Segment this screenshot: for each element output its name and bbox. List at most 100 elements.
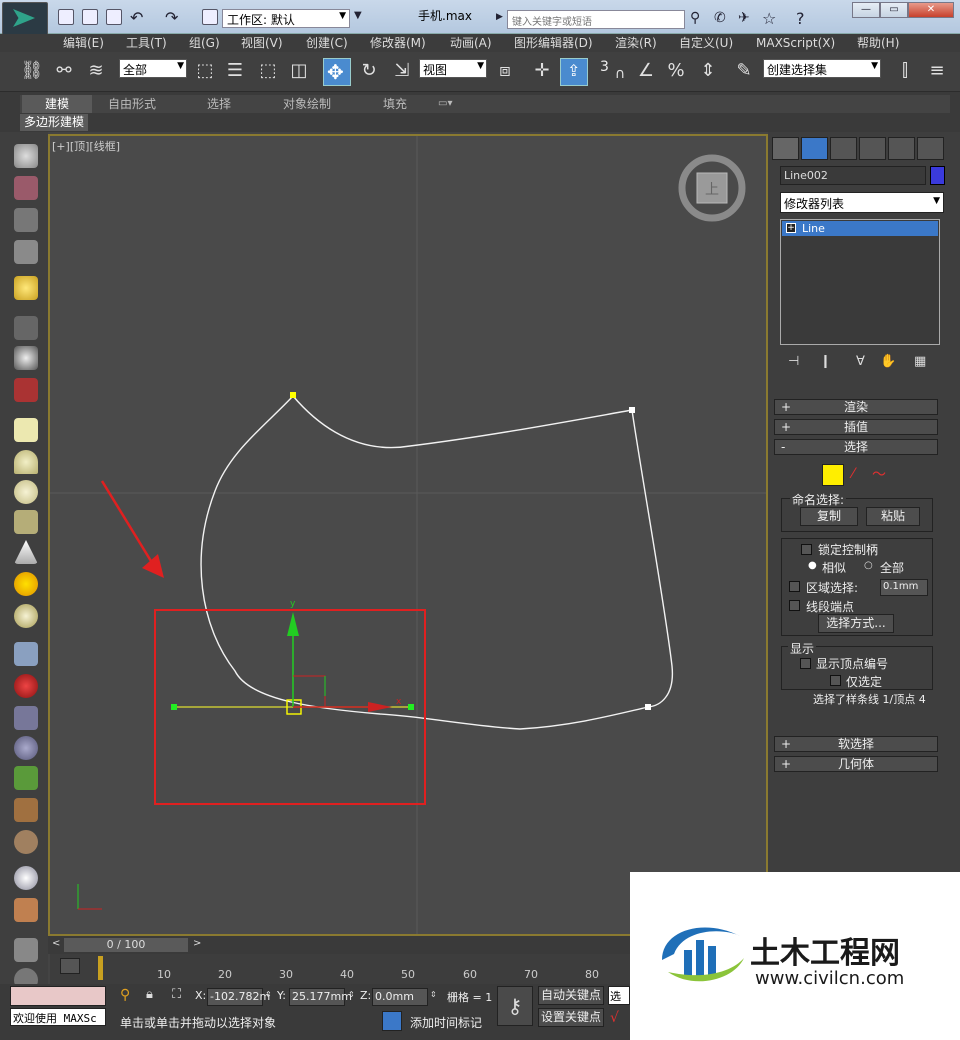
- edit-named-selection-icon[interactable]: ✎: [732, 59, 756, 83]
- named-selection-dropdown[interactable]: 创建选择集 ▼: [763, 59, 881, 78]
- x-spinner-icon[interactable]: ⇕: [265, 990, 272, 999]
- communication-center-icon[interactable]: ✆: [714, 10, 726, 26]
- video-camera-icon[interactable]: [14, 378, 38, 402]
- modifier-stack[interactable]: [780, 219, 940, 345]
- time-prev-icon[interactable]: <: [52, 938, 60, 949]
- close-button[interactable]: ✕: [908, 2, 954, 18]
- mirror-icon[interactable]: ⫿: [893, 59, 917, 83]
- undo-icon[interactable]: ↶: [130, 8, 143, 27]
- menu-modifiers[interactable]: 修改器(M): [370, 34, 426, 52]
- sphere-half-icon[interactable]: [14, 346, 38, 370]
- y-coord-field[interactable]: 25.177mm: [289, 988, 352, 1006]
- scale-icon[interactable]: ⇲: [390, 59, 414, 83]
- spline-vertex-first[interactable]: [290, 392, 296, 398]
- utilities-tab-icon[interactable]: [917, 137, 944, 160]
- area-select-spinner[interactable]: 0.1mm: [880, 579, 928, 596]
- menu-maxscript[interactable]: MAXScript(X): [756, 34, 835, 52]
- app-menu-button[interactable]: [2, 2, 48, 36]
- teapot-mesh-icon[interactable]: [14, 510, 38, 534]
- project-folder-icon[interactable]: [202, 9, 218, 25]
- minimize-button[interactable]: —: [852, 2, 880, 18]
- y-spinner-icon[interactable]: ⇕: [348, 990, 355, 999]
- rectangular-region-icon[interactable]: ⬚: [256, 59, 280, 83]
- percent-snap-icon[interactable]: %: [664, 59, 688, 83]
- select-and-move-button[interactable]: ✥: [323, 58, 351, 86]
- favorites-star-icon[interactable]: ☆: [762, 9, 776, 28]
- workspace-dropdown[interactable]: 工作区: 默认 ▼: [222, 9, 350, 28]
- time-slider[interactable]: 0 / 100: [64, 938, 188, 952]
- keyboard-shortcut-override-button[interactable]: ⇪: [560, 58, 588, 86]
- manipulate-icon[interactable]: ✛: [530, 59, 554, 83]
- spline-vertex-2[interactable]: [629, 407, 635, 413]
- stack-expand-icon[interactable]: +: [786, 223, 796, 233]
- envelope-icon[interactable]: [14, 706, 38, 730]
- spline-mode-icon[interactable]: 〜: [872, 464, 886, 484]
- selection-filter-dropdown[interactable]: 全部 ▼: [119, 59, 187, 78]
- curve-editor-toggle-icon[interactable]: [60, 958, 80, 974]
- stack-item-line[interactable]: Line: [782, 221, 938, 236]
- signin-icon[interactable]: ✈: [738, 10, 750, 26]
- z-coord-field[interactable]: 0.0mm: [372, 988, 428, 1006]
- bind-spacewarp-icon[interactable]: ≋: [84, 59, 108, 83]
- particles-icon[interactable]: [14, 642, 38, 666]
- time-next-icon[interactable]: >: [193, 938, 201, 949]
- select-object-icon[interactable]: ⬚: [193, 59, 217, 83]
- polygon-modeling-panel[interactable]: 多边形建模: [20, 114, 88, 131]
- viewport-canvas[interactable]: y x 上: [50, 136, 766, 934]
- modifier-list-dropdown[interactable]: 修改器列表 ▼: [780, 192, 944, 213]
- tab-object-paint[interactable]: 对象绘制: [283, 95, 331, 113]
- gizmo-xy-plane[interactable]: [293, 675, 326, 707]
- select-by-button[interactable]: 选择方式...: [818, 614, 894, 633]
- link-icon[interactable]: ⛓: [20, 59, 44, 83]
- new-file-icon[interactable]: [58, 9, 74, 25]
- time-tag-icon[interactable]: [382, 1011, 402, 1031]
- pin-stack-icon[interactable]: ⊣: [788, 354, 799, 369]
- viewport-sphere-icon[interactable]: [14, 866, 38, 890]
- search-input[interactable]: 键入关键字或短语: [507, 10, 685, 29]
- pivot-center-icon[interactable]: ⧈: [493, 59, 517, 83]
- maxscript-listener-pink[interactable]: [10, 986, 106, 1006]
- tab-selection[interactable]: 选择: [207, 95, 231, 113]
- script-icon[interactable]: [14, 938, 38, 962]
- object-name-field[interactable]: Line002: [780, 166, 926, 185]
- help-icon[interactable]: ?: [796, 9, 805, 28]
- menu-edit[interactable]: 编辑(E): [63, 34, 104, 52]
- menu-rendering[interactable]: 渲染(R): [615, 34, 657, 52]
- menu-customize[interactable]: 自定义(U): [679, 34, 733, 52]
- render-setup-icon[interactable]: [14, 208, 38, 232]
- lock-handles-checkbox[interactable]: [801, 544, 812, 555]
- tangent-handle-right[interactable]: [408, 704, 414, 710]
- vertex-mode-button[interactable]: [822, 464, 844, 486]
- ribbon-options-icon[interactable]: ▭▾: [438, 95, 452, 113]
- open-file-icon[interactable]: [82, 9, 98, 25]
- menu-graph-editors[interactable]: 图形编辑器(D): [514, 34, 593, 52]
- window-crossing-icon[interactable]: ◫: [287, 59, 311, 83]
- dome-icon[interactable]: [14, 450, 38, 474]
- light-bulb-icon[interactable]: [14, 276, 38, 300]
- rotate-icon[interactable]: ↻: [357, 59, 381, 83]
- hierarchy-tab-icon[interactable]: [830, 137, 857, 160]
- rollout-selection[interactable]: - 选择: [774, 439, 938, 455]
- absolute-mode-icon[interactable]: ⛶: [172, 987, 181, 1002]
- paste-button[interactable]: 粘贴: [866, 507, 920, 526]
- all-radio[interactable]: ○: [864, 560, 873, 571]
- selected-only-checkbox[interactable]: [830, 675, 841, 686]
- set-key-icon[interactable]: ⚷: [497, 986, 533, 1026]
- plane-icon[interactable]: [14, 418, 38, 442]
- bones-icon[interactable]: [14, 674, 38, 698]
- menu-help[interactable]: 帮助(H): [857, 34, 899, 52]
- area-select-checkbox[interactable]: [789, 581, 800, 592]
- add-time-tag-button[interactable]: 添加时间标记: [410, 1014, 482, 1031]
- hair-fur-icon[interactable]: [14, 798, 38, 822]
- menu-create[interactable]: 创建(C): [306, 34, 348, 52]
- menu-views[interactable]: 视图(V): [241, 34, 283, 52]
- redo-icon[interactable]: ↷: [165, 8, 178, 27]
- set-key-button[interactable]: 设置关键点: [538, 1008, 604, 1027]
- segment-end-checkbox[interactable]: [789, 600, 800, 611]
- cloth-icon[interactable]: [14, 830, 38, 854]
- curve-icon[interactable]: √: [610, 1010, 619, 1026]
- gizmo-y-arrow[interactable]: [287, 612, 299, 636]
- key-filter-dropdown[interactable]: 选定: [608, 986, 630, 1005]
- remove-modifier-icon[interactable]: ✋: [880, 354, 896, 369]
- sun-icon[interactable]: [14, 572, 38, 596]
